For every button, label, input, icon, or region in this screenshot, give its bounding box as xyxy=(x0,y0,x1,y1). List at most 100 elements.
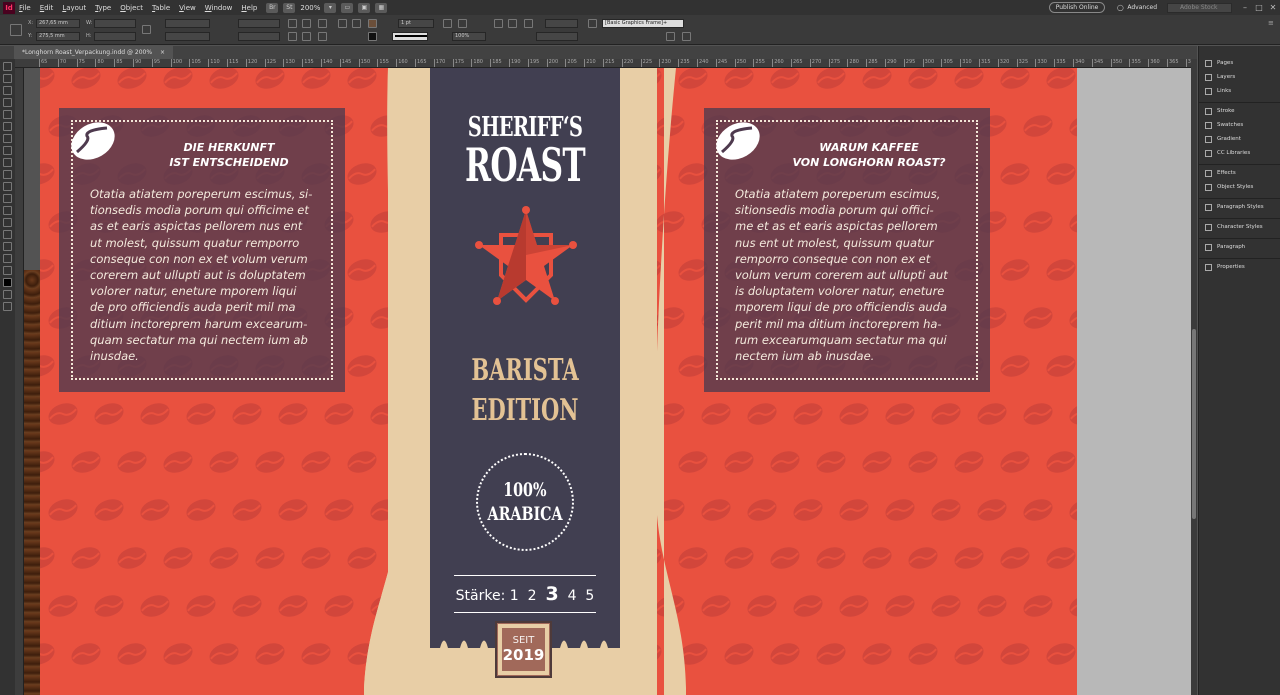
select-previous-icon[interactable] xyxy=(338,19,347,28)
shear-field[interactable] xyxy=(238,32,280,41)
menu-window[interactable]: Window xyxy=(205,4,233,12)
panel-paragraph-styles[interactable]: Paragraph Styles xyxy=(1199,200,1280,214)
panel-properties[interactable]: Properties xyxy=(1199,260,1280,274)
panel-layers[interactable]: Layers xyxy=(1199,70,1280,84)
rotate-ccw-icon[interactable] xyxy=(302,19,311,28)
height-field[interactable] xyxy=(94,32,136,41)
document-tab[interactable]: *Longhorn Roast_Verpackung.indd @ 200% × xyxy=(14,46,173,59)
text-wrap-icon[interactable] xyxy=(494,19,503,28)
hand-tool-icon[interactable] xyxy=(3,254,12,263)
origin-text-frame[interactable]: DIE HERKUNFT IST ENTSCHEIDEND Otatia ati… xyxy=(59,108,345,392)
pen-tool-icon[interactable] xyxy=(3,146,12,155)
workspace-switcher[interactable]: Advanced xyxy=(1127,4,1157,11)
object-style-dropdown[interactable]: [Basic Graphics Frame]+ xyxy=(602,19,684,28)
panel-object-styles[interactable]: Object Styles xyxy=(1199,180,1280,194)
bridge-icon[interactable]: Br xyxy=(266,2,279,13)
menu-edit[interactable]: Edit xyxy=(40,4,54,12)
width-field[interactable] xyxy=(94,19,136,28)
opacity-field[interactable]: 100% xyxy=(452,32,486,41)
vertical-scrollbar[interactable] xyxy=(1191,59,1197,695)
brand-logo[interactable]: SHERIFF‘S ROAST xyxy=(430,113,620,190)
object-style-icon[interactable] xyxy=(588,19,597,28)
fx-icon[interactable] xyxy=(458,19,467,28)
screen-mode-icon[interactable]: ▣ xyxy=(358,2,371,13)
view-options-icon[interactable]: ▭ xyxy=(341,2,354,13)
fill-stroke-icon[interactable] xyxy=(3,278,12,287)
panel-links[interactable]: Links xyxy=(1199,84,1280,98)
rectangle-frame-tool-icon[interactable] xyxy=(3,170,12,179)
menu-layout[interactable]: Layout xyxy=(62,4,86,12)
rotate-cw-icon[interactable] xyxy=(288,19,297,28)
stroke-type-dropdown[interactable] xyxy=(392,32,428,41)
fit-frame-icon[interactable] xyxy=(524,19,533,28)
menu-table[interactable]: Table xyxy=(152,4,170,12)
pencil-tool-icon[interactable] xyxy=(3,158,12,167)
chevron-down-icon[interactable]: ▾ xyxy=(324,2,337,13)
panel-effects[interactable]: Effects xyxy=(1199,166,1280,180)
rotation-field[interactable] xyxy=(238,19,280,28)
zoom-level[interactable]: 200% xyxy=(300,4,320,12)
content-collector-icon[interactable] xyxy=(3,110,12,119)
line-tool-icon[interactable] xyxy=(3,134,12,143)
stroke-weight-field[interactable]: 1 pt xyxy=(398,19,434,28)
clear-overrides-icon[interactable] xyxy=(666,32,675,41)
menu-help[interactable]: Help xyxy=(241,4,257,12)
strength-scale[interactable]: Stärke: 1 2 3 4 5 xyxy=(454,575,596,613)
scale-x-field[interactable] xyxy=(165,19,210,28)
stock-search-input[interactable]: Adobe Stock xyxy=(1167,2,1232,13)
close-icon[interactable]: ✕ xyxy=(1266,3,1280,12)
drop-shadow-icon[interactable] xyxy=(443,19,452,28)
direct-selection-tool-icon[interactable] xyxy=(3,74,12,83)
menu-type[interactable]: Type xyxy=(95,4,111,12)
panel-character-styles[interactable]: Character Styles xyxy=(1199,220,1280,234)
free-transform-tool-icon[interactable] xyxy=(3,206,12,215)
panel-gradient[interactable]: Gradient xyxy=(1199,132,1280,146)
horizontal-ruler[interactable]: 65 70 75 80 85 90 95 100 105 110 115 120 125 130 135 14… xyxy=(15,59,1192,68)
arrange-documents-icon[interactable]: ▦ xyxy=(375,2,388,13)
zoom-tool-icon[interactable] xyxy=(3,266,12,275)
flip-vertical-icon[interactable] xyxy=(302,32,311,41)
vertical-ruler[interactable] xyxy=(15,68,24,695)
quick-apply-icon[interactable] xyxy=(682,32,691,41)
publish-online-button[interactable]: Publish Online xyxy=(1048,2,1106,13)
panel-paragraph[interactable]: Paragraph xyxy=(1199,240,1280,254)
since-badge[interactable]: SEIT 2019 xyxy=(495,621,552,678)
y-position-field[interactable]: 275,5 mm xyxy=(36,32,80,41)
why-text-frame[interactable]: WARUM KAFFEE VON LONGHORN ROAST? Otatia … xyxy=(704,108,990,392)
type-tool-icon[interactable] xyxy=(3,122,12,131)
screen-mode-tool-icon[interactable] xyxy=(3,302,12,311)
panel-cc-libraries[interactable]: CC Libraries xyxy=(1199,146,1280,160)
stock-icon[interactable]: St xyxy=(283,2,296,13)
panel-pages[interactable]: Pages xyxy=(1199,56,1280,70)
scale-y-field[interactable] xyxy=(165,32,210,41)
maximize-icon[interactable]: □ xyxy=(1252,3,1266,12)
menu-object[interactable]: Object xyxy=(120,4,143,12)
lightbulb-icon[interactable]: ○ xyxy=(1113,3,1127,12)
corner-options-field[interactable] xyxy=(536,32,578,41)
menu-view[interactable]: View xyxy=(179,4,196,12)
scissors-tool-icon[interactable] xyxy=(3,194,12,203)
constrain-proportions-icon[interactable] xyxy=(142,25,151,34)
rectangle-tool-icon[interactable] xyxy=(3,182,12,191)
text-wrap-around-icon[interactable] xyxy=(508,19,517,28)
menu-file[interactable]: File xyxy=(19,4,31,12)
frame-fitting-field[interactable] xyxy=(545,19,578,28)
select-container-icon[interactable] xyxy=(318,19,327,28)
selection-tool-icon[interactable] xyxy=(3,62,12,71)
reference-point-icon[interactable] xyxy=(10,24,22,36)
select-content-icon[interactable] xyxy=(318,32,327,41)
panel-stroke[interactable]: Stroke xyxy=(1199,104,1280,118)
apply-color-icon[interactable] xyxy=(3,290,12,299)
x-position-field[interactable]: 267,65 mm xyxy=(36,19,80,28)
page-tool-icon[interactable] xyxy=(3,86,12,95)
minimize-icon[interactable]: – xyxy=(1238,3,1252,12)
gradient-tool-icon[interactable] xyxy=(3,218,12,227)
arabica-badge[interactable]: 100% ARABICA xyxy=(476,453,574,551)
select-next-icon[interactable] xyxy=(352,19,361,28)
eyedropper-tool-icon[interactable] xyxy=(3,242,12,251)
fill-swatch-icon[interactable] xyxy=(368,19,377,28)
gap-tool-icon[interactable] xyxy=(3,98,12,107)
stroke-swatch-icon[interactable] xyxy=(368,32,377,41)
flip-horizontal-icon[interactable] xyxy=(288,32,297,41)
tab-close-icon[interactable]: × xyxy=(160,49,165,56)
